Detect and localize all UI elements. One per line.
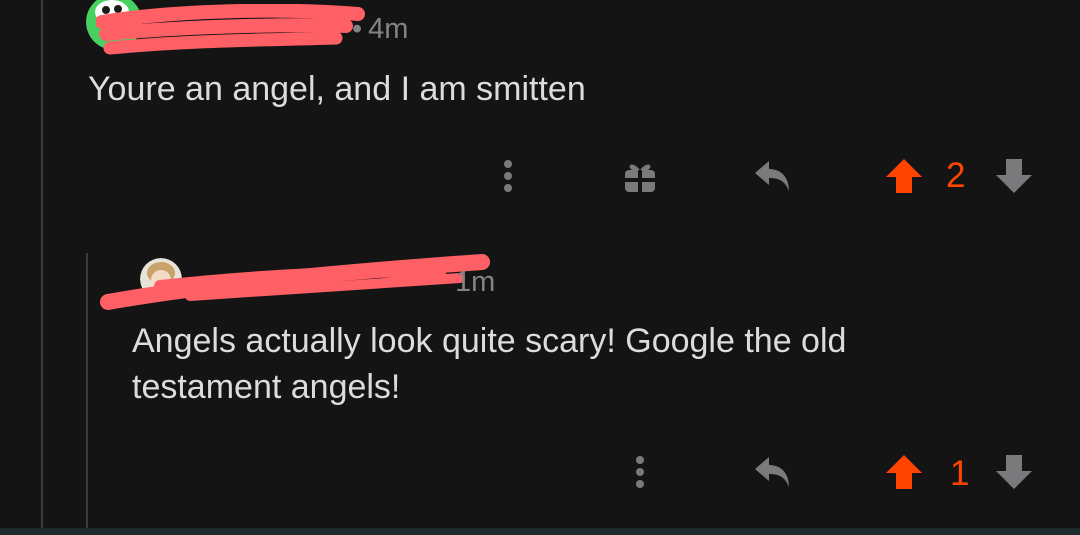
more-vertical-icon [504, 160, 512, 192]
more-options-button[interactable] [490, 154, 526, 198]
more-options-button[interactable] [622, 450, 658, 494]
comment-meta: 1m [455, 268, 495, 297]
reply-arrow-icon [755, 457, 789, 487]
redacted-username [95, 3, 366, 65]
meta-separator: • [352, 13, 363, 45]
award-button[interactable] [618, 154, 662, 198]
redacted-username [100, 252, 490, 317]
comment-timestamp: 4m [368, 13, 409, 45]
bottom-divider [0, 528, 1080, 535]
downvote-button[interactable] [992, 154, 1036, 198]
thread-line-level-1[interactable] [41, 0, 43, 535]
comment-body: Youre an angel, and I am smitten [88, 70, 586, 108]
more-vertical-icon [636, 456, 644, 488]
gift-award-icon [625, 164, 655, 192]
comment-body: Angels actually look quite scary! Google… [132, 322, 847, 406]
upvote-button[interactable] [882, 450, 926, 494]
comment-timestamp: 1m [455, 266, 496, 298]
comment-meta: • 4m [352, 15, 408, 44]
downvote-arrow-icon [996, 159, 1032, 193]
vote-score: 1 [950, 454, 970, 493]
reply-button[interactable] [750, 154, 796, 198]
upvote-arrow-icon [886, 455, 922, 489]
thread-line-level-2[interactable] [86, 253, 88, 535]
reply-button[interactable] [750, 450, 796, 494]
downvote-button[interactable] [992, 450, 1036, 494]
upvote-arrow-icon [886, 159, 922, 193]
vote-score: 2 [946, 156, 966, 195]
downvote-arrow-icon [996, 455, 1032, 489]
upvote-button[interactable] [882, 154, 926, 198]
reply-arrow-icon [755, 161, 789, 191]
